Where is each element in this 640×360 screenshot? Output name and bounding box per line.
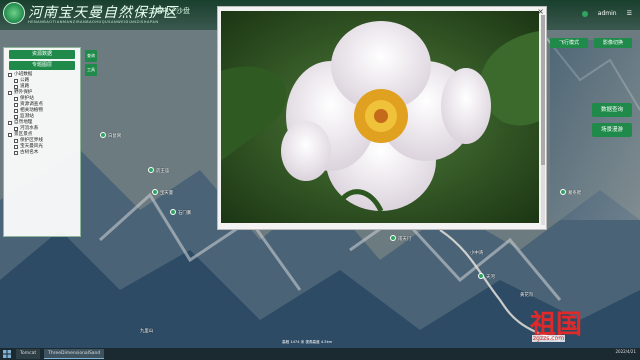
image-switch-button[interactable]: 影像切换 — [594, 38, 632, 48]
checkbox[interactable] — [8, 133, 12, 137]
checkbox[interactable] — [14, 139, 18, 143]
fly-mode-button[interactable]: 飞行模式 — [550, 38, 588, 48]
map-label[interactable]: 天河 — [486, 274, 495, 280]
checkbox[interactable] — [14, 151, 18, 155]
checkbox[interactable] — [14, 115, 18, 119]
checkbox[interactable] — [14, 127, 18, 131]
scene-roam-button[interactable]: 场景漫游 — [592, 123, 632, 137]
data-query-button[interactable]: 数据查询 — [592, 103, 632, 117]
watermark-url: zgzzs.com — [532, 335, 566, 342]
app-subtitle: 三维电子沙盘 — [148, 7, 190, 15]
resource-data-button[interactable]: 资源数据 — [9, 50, 75, 59]
app-pinyin: HENANBAOTIANMANZIRANBAOHUQUSANWEIDIANZIS… — [28, 20, 159, 24]
query-tool-button[interactable]: 查询 — [85, 50, 97, 62]
location-pin-icon[interactable] — [560, 189, 566, 195]
checkbox[interactable] — [14, 145, 18, 149]
checkbox[interactable] — [8, 121, 12, 125]
thematic-layer-button[interactable]: 专题图层 — [9, 61, 75, 70]
menu-icon[interactable]: ☰ — [627, 10, 632, 17]
checkbox[interactable] — [8, 91, 12, 95]
checkbox[interactable] — [14, 85, 18, 89]
taskbar: Tomcat ThreeDimensionalSand 2022/4/21 — [0, 348, 640, 360]
tree-item[interactable]: 古树名木 — [8, 150, 80, 156]
map-label[interactable]: 南天门 — [398, 236, 411, 242]
map-label[interactable]: 小中湾 — [470, 250, 483, 256]
map-label[interactable]: 药王庙 — [156, 168, 169, 174]
map-label[interactable]: 葛条爬 — [568, 190, 581, 196]
site-watermark: 祖国 zgzzs.com — [530, 304, 620, 346]
map-label[interactable]: 白鼠窝 — [108, 133, 121, 139]
checkbox[interactable] — [14, 97, 18, 101]
location-pin-icon[interactable] — [100, 132, 106, 138]
checkbox[interactable] — [14, 79, 18, 83]
location-pin-icon[interactable] — [170, 209, 176, 215]
checkbox[interactable] — [14, 109, 18, 113]
user-name[interactable]: admin — [598, 10, 617, 17]
location-pin-icon[interactable] — [390, 235, 396, 241]
map-label[interactable]: 宝天曼 — [160, 190, 173, 196]
layer-tree: 小班数据 公路 道路 野外保护 保护站 资源调查点 相关动植物 监测站 自然地理… — [8, 72, 80, 156]
taskbar-sandbox-app[interactable]: ThreeDimensionalSand — [44, 349, 105, 359]
taskbar-clock: 2022/4/21 — [615, 349, 636, 354]
peony-image — [221, 11, 539, 223]
checkbox[interactable] — [14, 103, 18, 107]
map-label[interactable]: 石门寨 — [178, 210, 191, 216]
user-area[interactable]: admin ☰ — [581, 10, 632, 17]
map-label[interactable]: 九里山 — [140, 328, 153, 334]
popup-scrollbar[interactable] — [541, 15, 545, 225]
scroll-thumb[interactable] — [541, 15, 545, 165]
status-readout: 高程 1474 米 视角高度 4.5km — [282, 340, 333, 344]
location-pin-icon[interactable] — [478, 273, 484, 279]
checkbox[interactable] — [8, 73, 12, 77]
layer-panel: 资源数据 专题图层 小班数据 公路 道路 野外保护 保护站 资源调查点 相关动植… — [3, 47, 81, 237]
location-pin-icon[interactable] — [152, 189, 158, 195]
windows-start-icon[interactable] — [2, 349, 12, 359]
map-label[interactable]: 黄花沟 — [520, 292, 533, 298]
photo-popup: × — [217, 6, 547, 230]
peony-photo — [221, 11, 539, 223]
user-icon — [581, 10, 588, 17]
taskbar-tomcat[interactable]: Tomcat — [16, 349, 41, 359]
reserve-logo — [3, 2, 25, 24]
tools-button[interactable]: 工具 — [85, 64, 97, 76]
location-pin-icon[interactable] — [148, 167, 154, 173]
